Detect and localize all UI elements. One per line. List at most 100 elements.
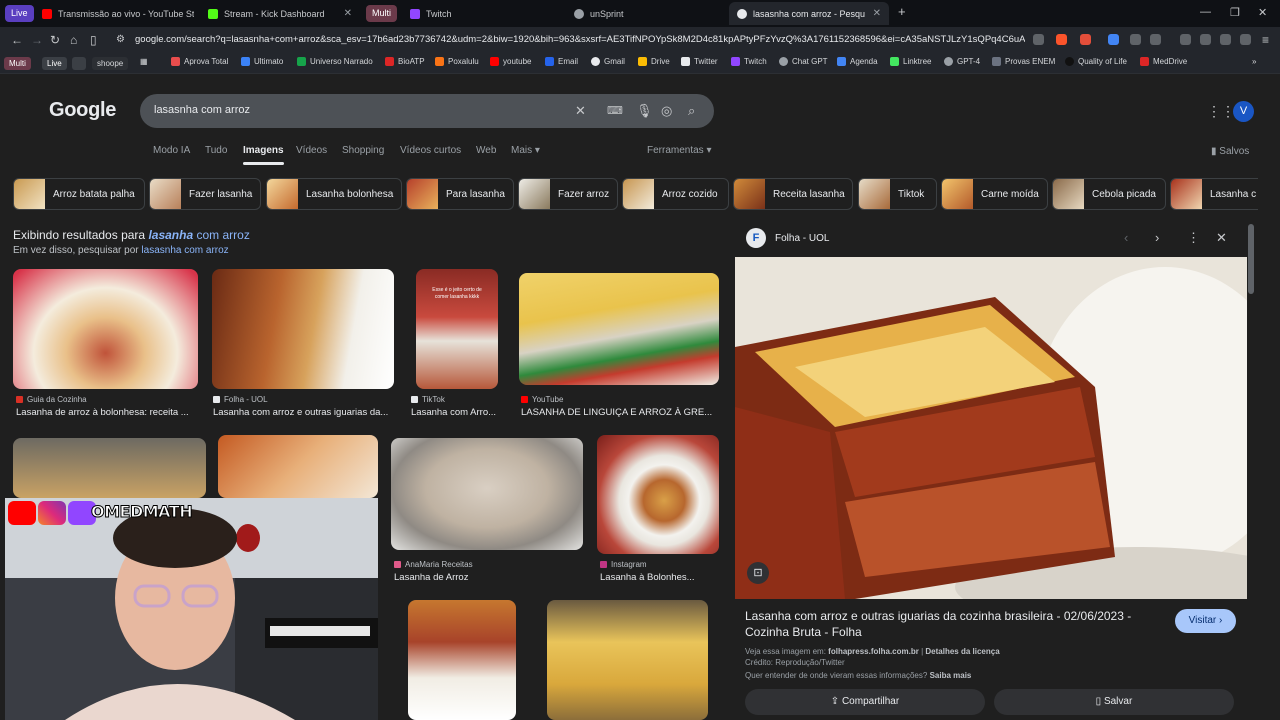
bookmark-email[interactable]: Email xyxy=(545,57,578,66)
learn-more-link[interactable]: Saiba mais xyxy=(930,671,972,680)
bookmark-bioatp[interactable]: BioATP xyxy=(385,57,425,66)
site-info-icon[interactable]: ⚙ xyxy=(116,34,125,45)
tab-unsprint[interactable]: unSprint xyxy=(566,2,726,25)
bookmark-meddrive[interactable]: MedDrive xyxy=(1140,57,1187,66)
saved-button[interactable]: ▮ Salvos xyxy=(1211,146,1249,157)
image-caption[interactable]: Lasanha com arroz e outras iguarias da c… xyxy=(745,608,1155,640)
brave-shield-icon[interactable] xyxy=(1056,34,1067,45)
bookmark-aprova-total[interactable]: Aprova Total xyxy=(171,57,228,66)
tab-videos-curtos[interactable]: Vídeos curtos xyxy=(400,145,461,156)
rewards-icon[interactable] xyxy=(1080,34,1091,45)
search-box[interactable]: lasasnha com arroz ✕ ⌨ 🎙 ◎ ⌕ xyxy=(140,94,714,128)
minimize-icon[interactable]: — xyxy=(1200,6,1211,18)
chip-tiktok[interactable]: Tiktok xyxy=(858,178,937,210)
panel-source[interactable]: Folha - UOL xyxy=(775,233,829,244)
search-input[interactable]: lasasnha com arroz xyxy=(154,104,250,116)
tab-google-search[interactable]: lasasnha com arroz - Pesquisa Google ✕ xyxy=(729,2,889,25)
leo-icon[interactable] xyxy=(1220,34,1231,45)
bookmark-drive[interactable]: Drive xyxy=(638,57,670,66)
tab-kick-dashboard[interactable]: Stream - Kick Dashboard ✕ xyxy=(200,2,360,25)
chip-carne-moida[interactable]: Carne moída xyxy=(941,178,1048,210)
result-title-3[interactable]: Lasanha com Arro... xyxy=(411,407,501,418)
live-badge[interactable]: Live xyxy=(5,5,34,22)
clear-icon[interactable]: ✕ xyxy=(575,103,586,119)
tab-mais[interactable]: Mais ▾ xyxy=(511,145,540,156)
restore-icon[interactable]: ❐ xyxy=(1230,6,1240,19)
apps-icon[interactable]: ⋮⋮ xyxy=(1207,103,1235,120)
result-title-6[interactable]: Lasanha à Bolonhes... xyxy=(600,572,718,583)
tab-youtube-studio[interactable]: Transmissão ao vivo - YouTube Studio xyxy=(34,2,194,25)
result-image-4[interactable] xyxy=(519,273,719,385)
chip-fazer-arroz[interactable]: Fazer arroz xyxy=(518,178,618,210)
lens-search-icon[interactable]: ⊡ xyxy=(747,562,769,584)
result-image-7[interactable] xyxy=(391,438,583,550)
home-icon[interactable]: ⌂ xyxy=(70,33,77,47)
extensions-icon[interactable] xyxy=(1130,34,1141,45)
save-button[interactable]: ▯ Salvar xyxy=(994,689,1234,715)
chip-lasanha-bolonhesa[interactable]: Lasanha bolonhesa xyxy=(266,178,402,210)
tab-web[interactable]: Web xyxy=(476,145,496,156)
chip-arroz-cozido[interactable]: Arroz cozido xyxy=(622,178,729,210)
multi-badge[interactable]: Multi xyxy=(366,5,398,22)
apps-grid-icon[interactable]: ▦ xyxy=(140,57,148,66)
result-image-8[interactable] xyxy=(597,435,719,554)
panel-scrollbar[interactable] xyxy=(1248,224,1254,294)
result-image-1[interactable] xyxy=(13,269,198,389)
chip-arroz-batata-palha[interactable]: Arroz batata palha xyxy=(13,178,145,210)
search-icon[interactable]: ⌕ xyxy=(688,103,695,119)
lens-icon[interactable]: ◎ xyxy=(661,103,672,119)
bookmark-poxalulu[interactable]: Poxalulu xyxy=(435,57,479,66)
bookmark-multi[interactable]: Multi xyxy=(4,57,31,70)
keyboard-icon[interactable]: ⌨ xyxy=(607,104,623,117)
new-tab-icon[interactable]: + xyxy=(898,4,906,19)
preview-image[interactable]: ⊡ xyxy=(735,257,1247,599)
bookmark-chat-gpt[interactable]: Chat GPT xyxy=(779,57,828,66)
result-image-2[interactable] xyxy=(212,269,394,389)
tab-shopping[interactable]: Shopping xyxy=(342,145,384,156)
tab-imagens[interactable]: Imagens xyxy=(243,145,284,165)
bookmark-live[interactable]: Live xyxy=(42,57,67,70)
bookmark-gpt4[interactable]: GPT-4 xyxy=(944,57,980,66)
more-bookmarks-icon[interactable]: » xyxy=(1252,57,1256,66)
search-instead-link[interactable]: lasasnha com arroz xyxy=(141,245,228,256)
url-field[interactable]: google.com/search?q=lasasnha+com+arroz&s… xyxy=(135,34,1025,45)
result-image-3[interactable]: Esse é o jeito certo de comer lasanha kk… xyxy=(416,269,498,389)
back-icon[interactable]: ← xyxy=(11,33,23,47)
tab-videos[interactable]: Vídeos xyxy=(296,145,327,156)
share-icon[interactable] xyxy=(1033,34,1044,45)
result-image-9[interactable] xyxy=(408,600,516,720)
result-image-5[interactable] xyxy=(13,438,206,498)
bookmark-shoope[interactable]: shoope xyxy=(92,57,129,70)
bookmark-twitch[interactable]: Twitch xyxy=(731,57,767,66)
share-button[interactable]: ⇪ Compartilhar xyxy=(745,689,985,715)
wallet-icon[interactable] xyxy=(1200,34,1211,45)
previous-icon[interactable]: ‹ xyxy=(1124,230,1128,245)
bookmark-twitter[interactable]: Twitter xyxy=(681,57,718,66)
bookmark-ultimato[interactable]: Ultimato xyxy=(241,57,283,66)
chip-para-lasanha[interactable]: Para lasanha xyxy=(406,178,514,210)
bookmark-linktree[interactable]: Linktree xyxy=(890,57,931,66)
result-image-10[interactable] xyxy=(547,600,708,720)
tab-modo-ia[interactable]: Modo IA xyxy=(153,145,190,156)
bookmark-gmail[interactable]: Gmail xyxy=(591,57,625,66)
close-tab-icon[interactable]: ✕ xyxy=(344,8,352,19)
reader-icon[interactable] xyxy=(1150,34,1161,45)
result-title-1[interactable]: Lasanha de arroz à bolonhesa: receita ..… xyxy=(16,407,196,418)
result-image-6[interactable] xyxy=(218,435,378,498)
close-panel-icon[interactable]: ✕ xyxy=(1216,230,1227,246)
corrected-term[interactable]: lasanha xyxy=(148,228,193,242)
result-title-2[interactable]: Lasanha com arroz e outras iguarias da..… xyxy=(213,407,393,418)
chip-cebola-picada[interactable]: Cebola picada xyxy=(1052,178,1166,210)
bookmark-youtube[interactable]: youtube xyxy=(490,57,531,66)
sidebar-icon[interactable] xyxy=(1180,34,1191,45)
bookmark-provas-enem[interactable]: Provas ENEM xyxy=(992,57,1055,66)
vpn-icon[interactable] xyxy=(1240,34,1251,45)
next-icon[interactable]: › xyxy=(1155,230,1159,245)
chip-lasanha-c[interactable]: Lasanha c xyxy=(1170,178,1258,210)
license-details-link[interactable]: Detalhes da licença xyxy=(925,647,999,656)
close-tab-icon[interactable]: ✕ xyxy=(873,8,881,19)
bookmark-blank[interactable] xyxy=(72,57,86,70)
visit-button[interactable]: Visitar › xyxy=(1175,609,1236,633)
reload-icon[interactable]: ↻ xyxy=(50,33,60,47)
menu-icon[interactable]: ≡ xyxy=(1262,33,1269,47)
